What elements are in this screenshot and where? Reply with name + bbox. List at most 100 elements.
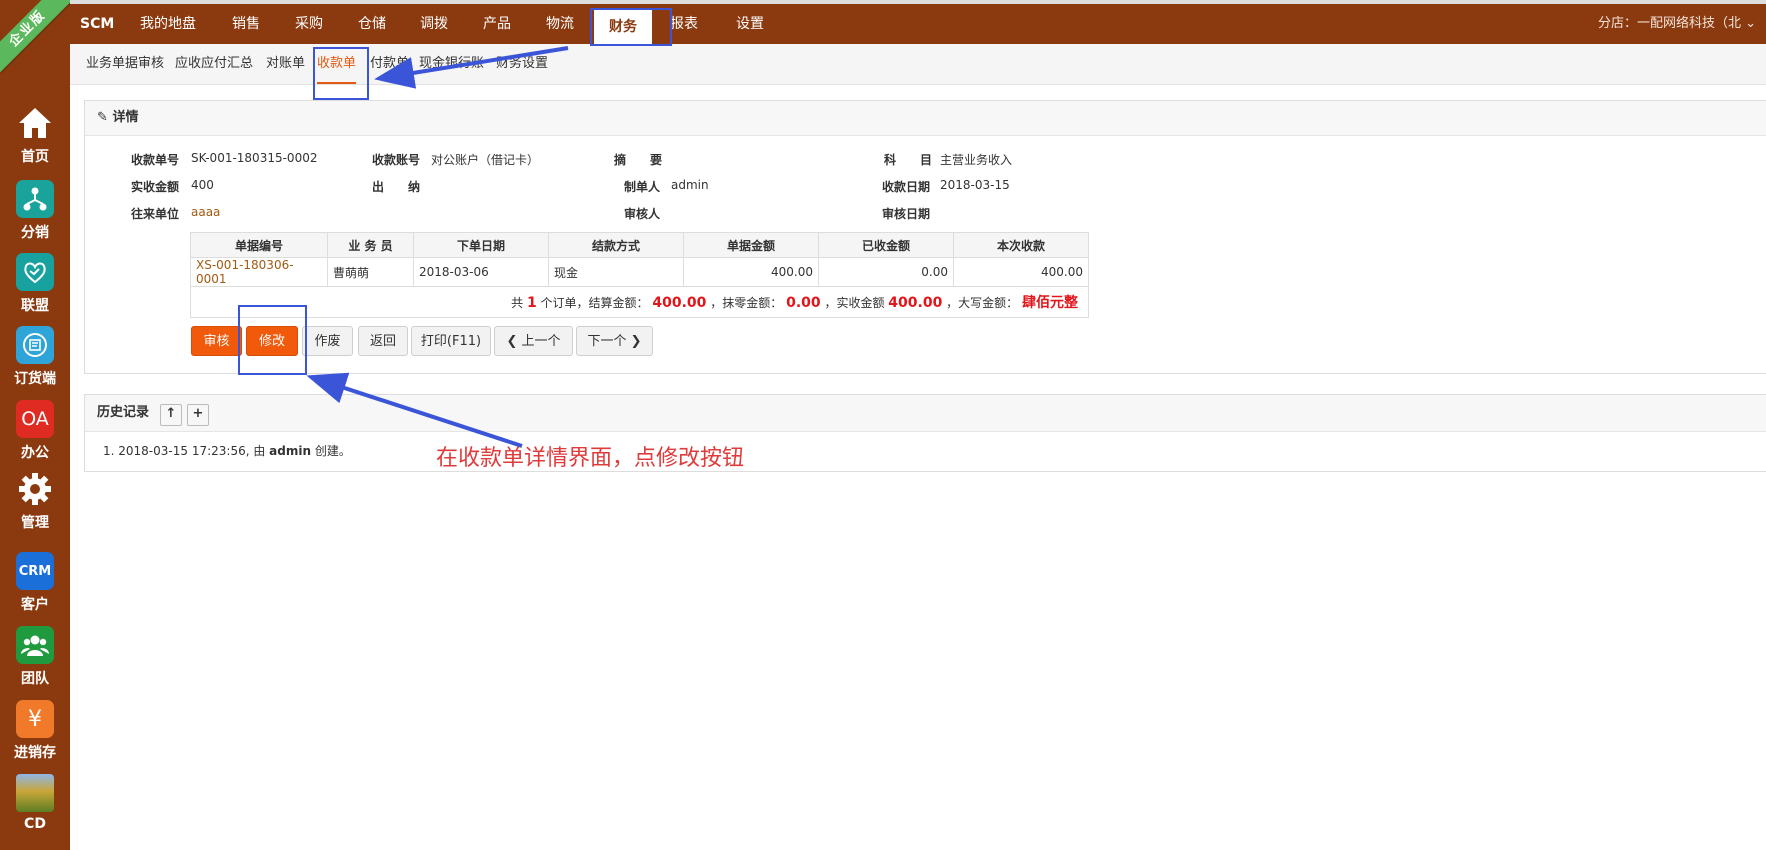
col-payment-method: 结款方式 [548,232,684,258]
next-label: 下一个 [587,334,627,349]
print-button[interactable]: 打印(F11) [411,326,491,356]
maker-value: admin [671,178,709,192]
sidebar-item-distribution[interactable]: 分销 [0,180,70,242]
sidebar-item-manage[interactable]: 管理 [0,470,70,532]
audit-date-label: 审核日期 [882,207,931,221]
chevron-right-icon: ❯ [630,334,642,349]
chevron-down-icon: ⌄ [1745,16,1756,31]
doc-amount-cell: 400.00 [683,257,819,287]
order-date-cell: 2018-03-06 [413,257,549,287]
receipt-no-label: 收款单号 [131,153,180,167]
sidebar-item-label: 联盟 [21,298,49,314]
maker-label: 制单人 [624,180,661,194]
order-table: 单据编号 业 务 员 下单日期 结款方式 单据金额 已收金额 本次收款 XS-0… [190,232,1089,318]
back-button[interactable]: 返回 [358,326,408,356]
prev-button[interactable]: ❮ 上一个 [494,326,573,356]
annotation-text: 在收款单详情界面，点修改按钮 [436,446,745,471]
summary-label: 摘 要 [614,153,663,167]
history-entry-action: 创建。 [311,444,351,458]
summary-text: 共 [511,296,524,310]
sidebar-item-alliance[interactable]: 联盟 [0,253,70,315]
actual-amount-label: 实收金额 [131,180,180,194]
nav-warehouse[interactable]: 仓储 [358,4,386,44]
summary-text: ，大写金额： [946,296,1019,310]
sidebar-item-label: 订货端 [14,371,56,387]
actual-amount-value: 400 [191,178,214,192]
chevron-left-icon: ❮ [506,334,518,349]
next-button[interactable]: 下一个 ❯ [576,326,653,356]
expand-plus-button[interactable]: + [187,404,209,426]
sidebar-item-label: 客户 [21,597,49,613]
receipt-date-value: 2018-03-15 [940,178,1010,192]
subject-label: 科 目 [884,153,933,167]
history-entry-user: admin [269,444,312,458]
left-sidebar: 企业版 首页 分销 联盟 订货端 OA 办公 管理 CRM 客户 团队 ¥ 进销… [0,0,72,850]
summary-row: 共 1 个订单，结算金额： 400.00 ，抹零金额： 0.00 ，实收金额 4… [190,286,1089,318]
sidebar-item-home[interactable]: 首页 [0,104,70,166]
plus-icon: + [192,406,204,421]
nav-logistics[interactable]: 物流 [546,4,574,44]
subnav-finance-settings[interactable]: 财务设置 [496,44,548,84]
nav-purchase[interactable]: 采购 [295,4,323,44]
order-count: 1 [526,295,537,311]
nav-settings[interactable]: 设置 [736,4,764,44]
subnav-doc-audit[interactable]: 业务单据审核 [86,44,164,84]
col-doc-amount: 单据金额 [683,232,819,258]
nav-sales[interactable]: 销售 [232,4,260,44]
col-this-receipt: 本次收款 [953,232,1089,258]
sidebar-item-label: 首页 [21,149,49,165]
sidebar-item-cd[interactable]: CD [0,774,70,832]
history-entry-text: 1. 2018-03-15 17:23:56, 由 [103,444,270,458]
partner-label: 往来单位 [131,207,180,221]
summary-text: ，抹零金额： [710,296,783,310]
nav-reports[interactable]: 报表 [670,4,698,44]
ordering-icon [16,326,54,364]
crm-icon: CRM [16,552,54,590]
history-panel: 历史记录 1. 2018-03-15 17:23:56, 由 admin 创建。 [84,394,1766,472]
account-value: 对公账户（借记卡） [431,153,540,167]
auditor-label: 审核人 [624,207,661,221]
sidebar-item-office[interactable]: OA 办公 [0,400,70,462]
summary-text: 个订单，结算金额： [540,296,649,310]
nav-my-space[interactable]: 我的地盘 [140,4,196,44]
summary-text: ，实收金额 [824,296,885,310]
subnav-statement[interactable]: 对账单 [266,44,305,84]
subnav-ar-ap-summary[interactable]: 应收应付汇总 [175,44,253,84]
nav-transfer[interactable]: 调拨 [420,4,448,44]
sidebar-item-inventory[interactable]: ¥ 进销存 [0,700,70,762]
nav-scm[interactable]: SCM [80,4,114,44]
highlight-box-receipt [313,47,369,100]
void-button[interactable]: 作废 [302,326,353,356]
doc-no-link[interactable]: XS-001-180306-0001 [190,257,328,287]
highlight-box-finance [590,8,672,46]
home-icon [16,104,54,142]
sidebar-item-customer[interactable]: CRM 客户 [0,552,70,614]
cashier-label: 出 纳 [372,180,421,194]
account-label: 收款账号 [372,153,421,167]
sidebar-item-label: 办公 [21,445,49,461]
sidebar-item-ordering[interactable]: 订货端 [0,326,70,388]
sidebar-item-team[interactable]: 团队 [0,626,70,688]
rounding-amount: 0.00 [786,295,821,311]
settle-amount: 400.00 [652,295,707,311]
team-icon [16,626,54,664]
partner-link[interactable]: aaaa [191,205,220,219]
subnav-payment[interactable]: 付款单 [370,44,409,84]
col-order-date: 下单日期 [413,232,549,258]
subnav-cash-bank[interactable]: 现金银行账 [419,44,484,84]
actual-amount-total: 400.00 [888,295,943,311]
audit-button[interactable]: 审核 [191,326,242,356]
edit-icon: ✎ [97,110,108,125]
top-nav: SCM 我的地盘 销售 采购 仓储 调拨 产品 物流 财务 报表 设置 分店：一… [70,0,1766,44]
table-row: XS-001-180306-0001 曹萌萌 2018-03-06 现金 400… [190,257,1089,287]
history-title: 历史记录 [97,405,150,420]
prev-label: 上一个 [521,334,561,349]
col-doc-no: 单据编号 [190,232,328,258]
receipt-no-value: SK-001-180315-0002 [191,151,318,165]
highlight-box-edit [238,305,307,375]
branch-selector[interactable]: 分店：一配网络科技（北 ⌄ [1598,4,1756,44]
nav-product[interactable]: 产品 [483,4,511,44]
collapse-up-button[interactable]: ↑ [160,404,182,426]
col-received-amount: 已收金额 [818,232,954,258]
edition-ribbon: 企业版 [0,0,72,73]
